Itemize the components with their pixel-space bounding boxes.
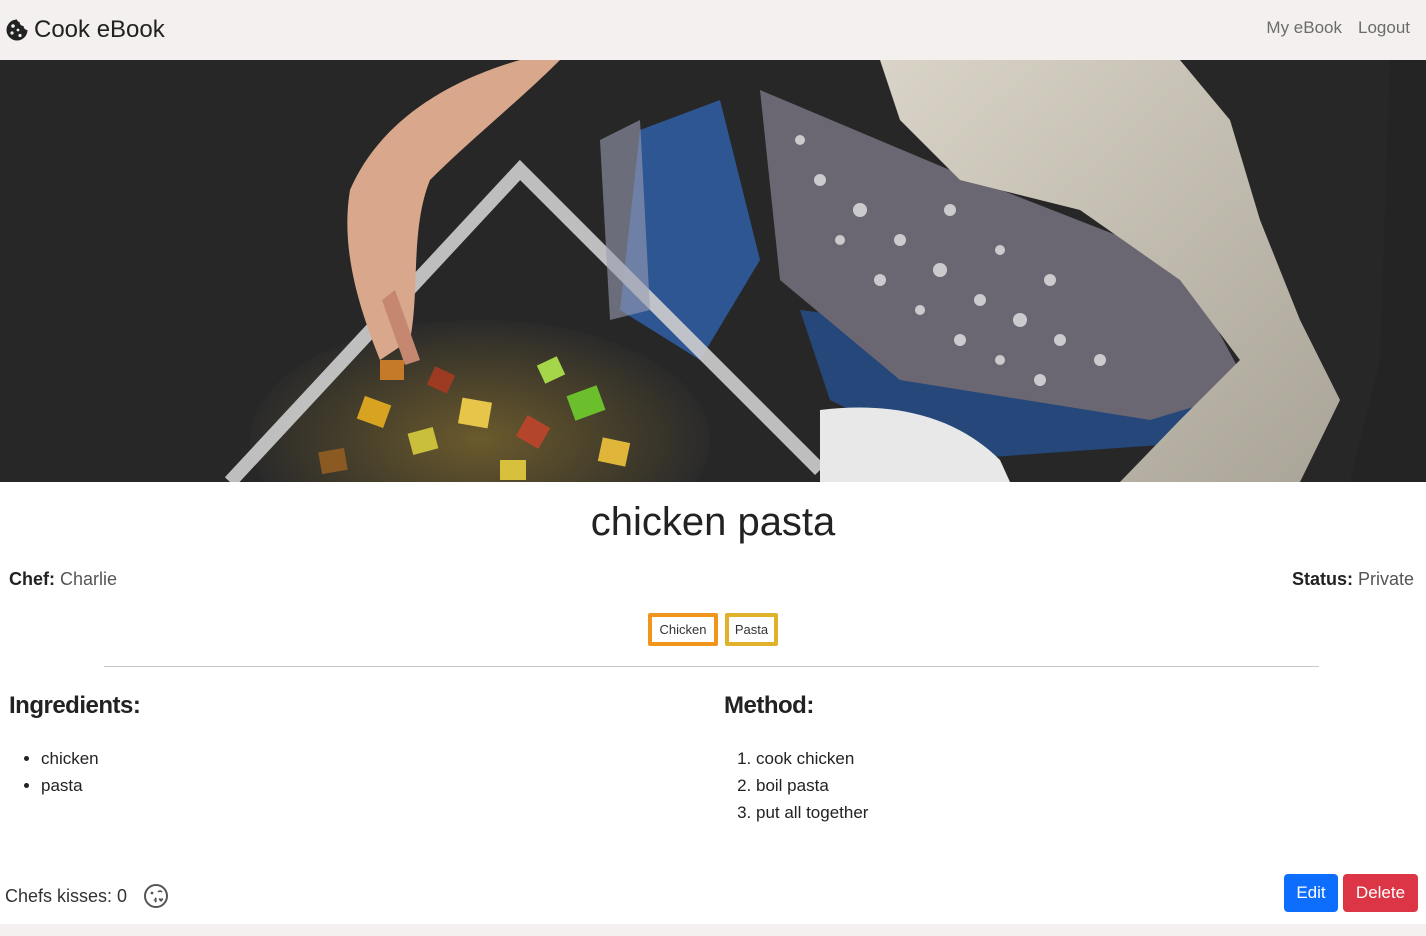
method-step: put all together — [756, 802, 868, 829]
chefs-kisses: Chefs kisses: 0 — [5, 883, 169, 909]
cookie-icon — [6, 19, 28, 41]
hero-cooking-photo — [0, 60, 1426, 482]
nav-links: My eBook Logout — [1266, 18, 1410, 38]
hero-image — [0, 60, 1426, 482]
method-title: Method: — [724, 692, 814, 719]
ingredient-item: pasta — [41, 775, 99, 802]
status-value: Private — [1357, 569, 1414, 589]
navbar: Cook eBook My eBook Logout — [0, 0, 1426, 60]
chef-label: Chef: — [9, 569, 55, 589]
ingredient-item: chicken — [41, 748, 99, 775]
brand-link[interactable]: Cook eBook — [5, 14, 165, 46]
method-list: cook chicken boil pasta put all together — [756, 748, 868, 829]
edit-button[interactable]: Edit — [1284, 874, 1338, 912]
nav-logout[interactable]: Logout — [1358, 18, 1410, 38]
chef-info: Chef: Charlie — [9, 569, 117, 590]
ingredients-list: chicken pasta — [41, 748, 99, 802]
ingredients-title: Ingredients: — [9, 692, 141, 719]
tag-pasta[interactable]: Pasta — [725, 613, 778, 646]
delete-button[interactable]: Delete — [1343, 874, 1418, 912]
kisses-count: Chefs kisses: 0 — [5, 885, 128, 906]
status-label: Status: — [1291, 569, 1353, 589]
nav-my-ebook[interactable]: My eBook — [1266, 18, 1342, 38]
method-step: boil pasta — [756, 775, 868, 802]
tag-list: Chicken Pasta — [0, 613, 1426, 646]
status-info: Status: Private — [1292, 569, 1414, 590]
chef-name: Charlie — [60, 569, 118, 589]
kiss-face-icon[interactable] — [143, 883, 169, 909]
recipe-title: chicken pasta — [590, 500, 836, 544]
method-step: cook chicken — [756, 748, 868, 775]
brand-name: Cook eBook — [34, 16, 165, 43]
tag-chicken[interactable]: Chicken — [648, 613, 718, 646]
footer-bar — [0, 924, 1426, 936]
divider — [104, 666, 1319, 667]
